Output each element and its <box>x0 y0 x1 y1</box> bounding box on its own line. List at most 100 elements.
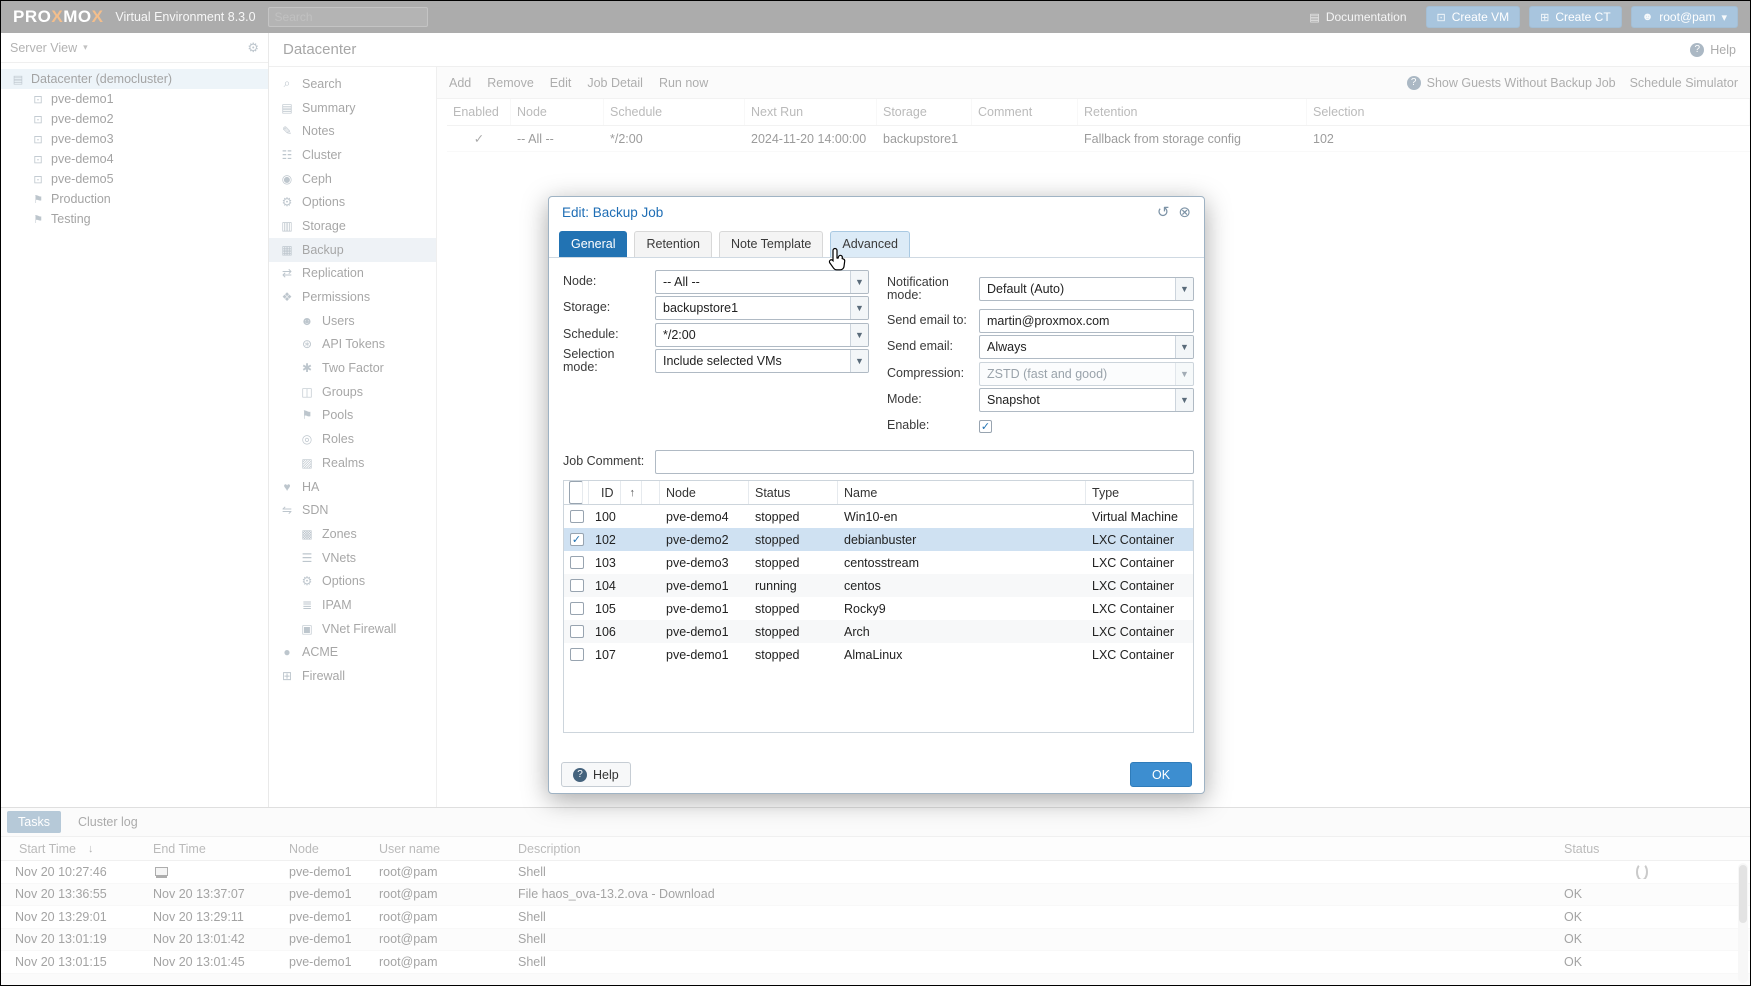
field-row-node: Node: -- All --▼ <box>563 270 869 294</box>
col-name[interactable]: Name <box>838 481 1086 504</box>
field-row-send-email: Send email: Always▼ <box>887 335 1194 359</box>
sort-asc-icon: ↑ <box>624 481 643 504</box>
row-checkbox[interactable] <box>570 625 584 638</box>
compression-select: ZSTD (fast and good)▼ <box>979 362 1194 386</box>
storage-select[interactable]: backupstore1 ▼ <box>655 296 869 320</box>
reset-icon[interactable]: ↺ <box>1157 203 1170 221</box>
storage-value: backupstore1 <box>663 301 738 315</box>
field-row-selection-mode: Selection mode: Include selected VMs▼ <box>563 349 869 373</box>
node-select[interactable]: -- All --▼ <box>655 270 869 294</box>
mode-value: Snapshot <box>987 393 1040 407</box>
send-email-to-input[interactable] <box>987 314 1186 328</box>
dialog-footer: ?Help OK <box>561 762 1192 787</box>
help-icon: ? <box>573 768 587 782</box>
notification-mode-select[interactable]: Default (Auto)▼ <box>979 277 1194 301</box>
dialog-titlebar[interactable]: Edit: Backup Job ↺ ⊗ <box>549 197 1204 227</box>
schedule-label: Schedule: <box>563 328 655 342</box>
send-email-select[interactable]: Always ▼ <box>979 335 1194 359</box>
dropdown-arrow-icon[interactable]: ▼ <box>850 297 868 319</box>
schedule-value: */2:00 <box>663 328 696 342</box>
field-row-job-comment: Job Comment: <box>563 450 1194 474</box>
cell-status: stopped <box>749 556 838 570</box>
cell-node: pve-demo1 <box>660 648 749 662</box>
dropdown-arrow-icon[interactable]: ▼ <box>1175 336 1193 358</box>
cell-name: Arch <box>838 625 1086 639</box>
field-row-enable: Enable: <box>887 414 1194 438</box>
guest-row-107[interactable]: 107 pve-demo1 stopped AlmaLinux LXC Cont… <box>564 643 1193 666</box>
cell-id: 100 <box>589 510 660 524</box>
cell-id: 107 <box>589 648 660 662</box>
col-status[interactable]: Status <box>749 481 838 504</box>
cell-name: Rocky9 <box>838 602 1086 616</box>
notification-mode-label: Notification mode: <box>887 276 979 303</box>
tab-general[interactable]: General <box>559 231 627 257</box>
select-all-checkbox[interactable] <box>569 481 583 504</box>
guest-rows: 100 pve-demo4 stopped Win10-en Virtual M… <box>564 505 1193 666</box>
job-comment-label: Job Comment: <box>563 455 655 469</box>
guest-row-102[interactable]: 102 pve-demo2 stopped debianbuster LXC C… <box>564 528 1193 551</box>
proxmox-app: PROXMOX Virtual Environment 8.3.0 ▤Docum… <box>0 0 1751 986</box>
dialog-title-icons: ↺ ⊗ <box>1157 203 1191 221</box>
cell-type: LXC Container <box>1086 625 1193 639</box>
field-row-mode: Mode: Snapshot ▼ <box>887 388 1194 412</box>
dialog-tabs: General Retention Note Template Advanced <box>549 227 1204 258</box>
dropdown-arrow-icon[interactable]: ▼ <box>850 271 868 293</box>
cell-node: pve-demo2 <box>660 533 749 547</box>
ok-button[interactable]: OK <box>1130 762 1192 787</box>
guest-row-105[interactable]: 105 pve-demo1 stopped Rocky9 LXC Contain… <box>564 597 1193 620</box>
cell-name: centos <box>838 579 1086 593</box>
guest-row-103[interactable]: 103 pve-demo3 stopped centosstream LXC C… <box>564 551 1193 574</box>
send-email-value: Always <box>987 340 1027 354</box>
storage-label: Storage: <box>563 301 655 315</box>
cell-status: stopped <box>749 510 838 524</box>
guest-header-row: ID↑ Node Status Name Type <box>564 481 1193 505</box>
enable-label: Enable: <box>887 419 979 433</box>
dialog-body: Node: -- All --▼ Storage: backupstore1▼ … <box>549 258 1204 794</box>
mode-select[interactable]: Snapshot ▼ <box>979 388 1194 412</box>
field-row-send-email-to: Send email to: <box>887 309 1194 333</box>
tab-retention[interactable]: Retention <box>634 231 712 257</box>
cell-status: stopped <box>749 533 838 547</box>
dropdown-arrow-icon[interactable]: ▼ <box>850 324 868 346</box>
row-checkbox[interactable] <box>570 510 584 523</box>
close-icon[interactable]: ⊗ <box>1178 203 1191 221</box>
cell-node: pve-demo1 <box>660 579 749 593</box>
dialog-help-button[interactable]: ?Help <box>561 762 631 787</box>
cell-type: LXC Container <box>1086 533 1193 547</box>
row-checkbox[interactable] <box>570 648 584 661</box>
field-row-storage: Storage: backupstore1 ▼ <box>563 296 869 320</box>
row-checkbox[interactable] <box>570 602 584 615</box>
row-checkbox[interactable] <box>570 533 584 546</box>
selection-mode-value: Include selected VMs <box>663 354 782 368</box>
dropdown-arrow-icon[interactable]: ▼ <box>1175 278 1193 300</box>
tab-advanced[interactable]: Advanced <box>830 231 910 257</box>
mode-label: Mode: <box>887 393 979 407</box>
dropdown-arrow-icon[interactable]: ▼ <box>1175 389 1193 411</box>
guest-row-100[interactable]: 100 pve-demo4 stopped Win10-en Virtual M… <box>564 505 1193 528</box>
job-comment-input[interactable] <box>663 455 1186 469</box>
field-row-notification-mode: Notification mode: Default (Auto)▼ <box>887 277 1194 301</box>
guest-row-106[interactable]: 106 pve-demo1 stopped Arch LXC Container <box>564 620 1193 643</box>
cell-id: 102 <box>589 533 660 547</box>
col-node[interactable]: Node <box>660 481 749 504</box>
tab-note-template[interactable]: Note Template <box>719 231 823 257</box>
row-checkbox[interactable] <box>570 556 584 569</box>
col-type[interactable]: Type <box>1086 481 1193 504</box>
field-row-schedule: Schedule: */2:00 ▼ <box>563 323 869 347</box>
schedule-combo[interactable]: */2:00 ▼ <box>655 323 869 347</box>
cell-id: 106 <box>589 625 660 639</box>
cell-name: AlmaLinux <box>838 648 1086 662</box>
enable-checkbox[interactable] <box>979 420 992 433</box>
dropdown-arrow-icon[interactable]: ▼ <box>850 350 868 372</box>
row-checkbox[interactable] <box>570 579 584 592</box>
guest-row-104[interactable]: 104 pve-demo1 running centos LXC Contain… <box>564 574 1193 597</box>
cell-type: LXC Container <box>1086 579 1193 593</box>
cell-name: centosstream <box>838 556 1086 570</box>
cell-node: pve-demo1 <box>660 625 749 639</box>
col-id[interactable]: ID↑ <box>589 481 660 504</box>
selection-mode-select[interactable]: Include selected VMs ▼ <box>655 349 869 373</box>
cell-status: stopped <box>749 648 838 662</box>
cell-status: stopped <box>749 602 838 616</box>
cell-type: LXC Container <box>1086 602 1193 616</box>
send-email-to-input-wrap <box>979 309 1194 333</box>
